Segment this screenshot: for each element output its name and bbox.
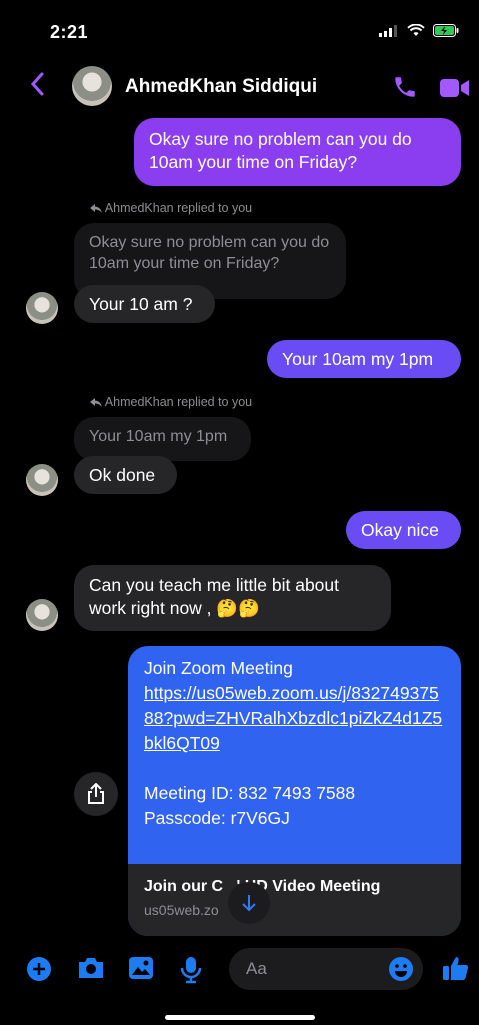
voice-button[interactable] <box>180 956 202 989</box>
link-preview[interactable]: Join our C ' HD Video Meeting us05web.zo… <box>128 864 461 936</box>
wifi-icon <box>407 24 425 36</box>
back-button[interactable] <box>30 72 44 102</box>
microphone-icon <box>180 957 202 984</box>
add-button[interactable] <box>26 956 52 987</box>
composer-bar: Aa <box>0 944 479 994</box>
avatar[interactable] <box>26 292 58 324</box>
image-icon <box>129 957 153 979</box>
quoted-message[interactable]: Your 10am my 1pm <box>74 417 251 461</box>
outgoing-message[interactable]: Okay nice <box>346 511 461 549</box>
passcode: Passcode: r7V6GJ <box>144 808 290 828</box>
emoji-button[interactable] <box>388 956 414 987</box>
like-button[interactable] <box>442 954 470 987</box>
thumbs-up-icon <box>443 957 469 980</box>
share-button[interactable] <box>74 772 118 816</box>
chat-header: AhmedKhan Siddiqui <box>0 60 479 116</box>
chevron-left-icon <box>30 72 44 96</box>
avatar[interactable] <box>72 66 112 106</box>
status-bar: 2:21 <box>0 0 479 60</box>
status-time: 2:21 <box>50 22 89 42</box>
call-button[interactable] <box>392 74 418 105</box>
zoom-link[interactable]: https://us05web.zoom.us/j/83274937588?pw… <box>144 681 445 756</box>
outgoing-message[interactable]: Okay sure no problem can you do 10am you… <box>134 118 461 186</box>
home-indicator <box>165 1015 315 1020</box>
zoom-heading: Join Zoom Meeting <box>144 658 293 678</box>
avatar[interactable] <box>26 599 58 631</box>
signal-icon <box>379 24 397 37</box>
emoji-icon <box>389 957 413 981</box>
incoming-message[interactable]: Your 10 am ? <box>74 285 215 323</box>
video-camera-icon <box>440 79 469 97</box>
reply-indicator: AhmedKhan replied to you <box>90 395 252 409</box>
video-call-button[interactable] <box>440 78 470 103</box>
avatar[interactable] <box>26 464 58 496</box>
scroll-to-bottom-button[interactable] <box>228 882 270 924</box>
gallery-button[interactable] <box>128 956 154 985</box>
meeting-id: Meeting ID: 832 7493 7588 <box>144 783 356 803</box>
incoming-message[interactable]: Ok done <box>74 456 177 494</box>
arrow-down-icon <box>242 895 256 912</box>
phone-icon <box>395 77 415 97</box>
reply-label: AhmedKhan replied to you <box>104 395 253 409</box>
reply-label: AhmedKhan replied to you <box>104 201 253 215</box>
link-message[interactable]: Join Zoom Meeting https://us05web.zoom.u… <box>128 646 461 936</box>
battery-charging-icon <box>433 24 459 37</box>
camera-icon <box>79 958 103 978</box>
reply-indicator: AhmedKhan replied to you <box>90 201 252 215</box>
link-preview-title: Join our C ' HD Video Meeting <box>144 878 381 895</box>
outgoing-message[interactable]: Your 10am my 1pm <box>267 340 461 378</box>
reply-arrow-icon <box>90 397 102 407</box>
contact-name[interactable]: AhmedKhan Siddiqui <box>125 76 317 98</box>
incoming-message[interactable]: Can you teach me little bit about work r… <box>74 565 391 631</box>
plus-circle-icon <box>27 957 51 981</box>
status-icons <box>379 24 459 37</box>
link-preview-url: us05web.zo . <box>144 902 258 918</box>
share-icon <box>88 783 104 804</box>
reply-arrow-icon <box>90 203 102 213</box>
camera-button[interactable] <box>77 956 105 985</box>
